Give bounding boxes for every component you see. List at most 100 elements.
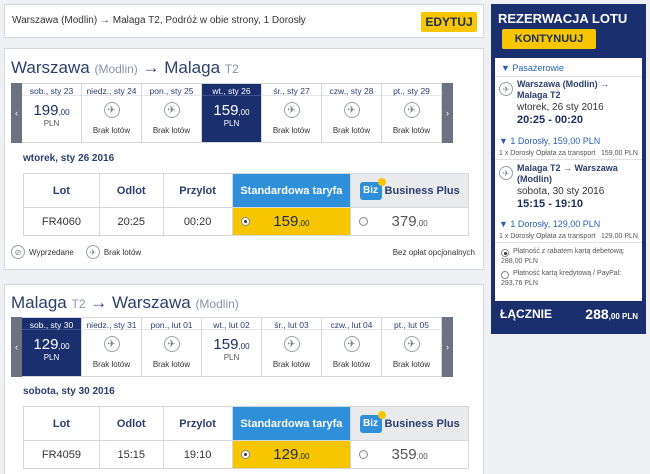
inbound-route-title: Malaga T2 → Warszawa (Modlin) bbox=[11, 293, 239, 312]
no-optional-fees-note: Bez opłat opcjonalnych bbox=[392, 248, 475, 257]
continue-button[interactable]: KONTYNUUJ bbox=[502, 29, 596, 49]
date-option[interactable]: sob., sty 23 199,00 PLN bbox=[22, 83, 82, 143]
date-option[interactable]: wt., lut 02 159,00 PLN bbox=[202, 317, 262, 377]
plane-icon: ✈ bbox=[85, 245, 100, 259]
search-summary-bar: Warszawa (Modlin) → Malaga T2, Podróż w … bbox=[4, 4, 484, 38]
plane-icon: ✈ bbox=[343, 102, 360, 118]
biz-logo-icon: Biz bbox=[359, 410, 386, 433]
currency-label: PLN bbox=[43, 353, 60, 362]
currency-label: PLN bbox=[223, 353, 240, 362]
plane-icon: ✈ bbox=[499, 166, 513, 180]
departure-time: 15:15 bbox=[98, 440, 164, 469]
leg1-fee-label: 1 x Dorosły Opłata za transport bbox=[499, 150, 596, 157]
date-label: wt., lut 02 bbox=[202, 318, 261, 330]
col-standard-fare-header: Standardowa taryfa bbox=[231, 406, 352, 441]
radio-selected[interactable] bbox=[240, 217, 250, 226]
table-row: FR4059 15:15 19:10 129,00 359,00 bbox=[23, 440, 469, 469]
date-label: niedz., sty 24 bbox=[82, 84, 141, 96]
leg1-passenger-total[interactable]: ▼ 1 Dorosły, 159,00 PLN bbox=[499, 136, 600, 146]
date-label: sob., sty 30 bbox=[22, 318, 81, 330]
currency-label: PLN bbox=[223, 119, 240, 128]
col-departure-header: Odlot bbox=[98, 406, 164, 441]
radio-selected[interactable] bbox=[240, 450, 250, 459]
date-option[interactable]: śr., sty 27 ✈ Brak lotów bbox=[262, 83, 322, 143]
outbound-fares-table: Lot Odlot Przylot Standardowa taryfa Biz… bbox=[23, 173, 469, 236]
no-flights-label: Brak lotów bbox=[272, 126, 311, 135]
flight-number: FR4059 bbox=[23, 440, 100, 469]
plane-icon: ✈ bbox=[499, 82, 513, 96]
leg1-time: 20:25 - 00:20 bbox=[517, 114, 584, 126]
outbound-date-heading: wtorek, sty 26 2016 bbox=[23, 153, 115, 164]
col-flight-header: Lot bbox=[23, 406, 100, 441]
plane-icon: ✈ bbox=[283, 336, 300, 352]
leg1-date: wtorek, 26 sty 2016 bbox=[517, 102, 604, 113]
sold-out-icon: ⊘ bbox=[11, 245, 25, 259]
standard-fare-option[interactable]: 159,00 bbox=[231, 207, 352, 236]
date-label: pon., lut 01 bbox=[142, 318, 201, 330]
sidebar-title: REZERWACJA LOTU bbox=[498, 11, 628, 26]
legend: ⊘ Wyprzedane ✈ Brak lotów bbox=[11, 245, 141, 259]
date-option[interactable]: wt., sty 26 159,00 PLN bbox=[202, 83, 262, 143]
debit-payment-label: Płatność z rabatem kartą debetową: bbox=[513, 248, 625, 255]
col-departure-header: Odlot bbox=[98, 173, 164, 208]
col-business-plus-header: Biz Business Plus bbox=[350, 406, 469, 441]
debit-payment-radio[interactable] bbox=[501, 249, 509, 257]
prev-dates-arrow[interactable]: ‹ bbox=[11, 317, 22, 377]
outbound-route-title: Warszawa (Modlin) → Malaga T2 bbox=[11, 58, 239, 77]
date-option[interactable]: czw., lut 04 ✈ Brak lotów bbox=[322, 317, 382, 377]
next-dates-arrow[interactable]: › bbox=[442, 83, 453, 143]
credit-payment-radio[interactable] bbox=[501, 271, 509, 279]
no-flights-label: Brak lotów bbox=[392, 360, 431, 369]
date-label: wt., sty 26 bbox=[202, 84, 261, 96]
date-label: czw., sty 28 bbox=[322, 84, 381, 96]
date-option[interactable]: niedz., sty 24 ✈ Brak lotów bbox=[82, 83, 142, 143]
date-price: 159,00 bbox=[213, 102, 250, 119]
business-plus-option[interactable]: 379,00 bbox=[350, 207, 469, 236]
col-standard-fare-header: Standardowa taryfa bbox=[231, 173, 352, 208]
leg1-route: Warszawa (Modlin) → Malaga T2 bbox=[517, 79, 610, 100]
radio-unselected[interactable] bbox=[359, 217, 369, 226]
date-option[interactable]: niedz., sty 31 ✈ Brak lotów bbox=[82, 317, 142, 377]
date-option[interactable]: pon., sty 25 ✈ Brak lotów bbox=[142, 83, 202, 143]
no-flights-label: Brak lotów bbox=[392, 126, 431, 135]
business-plus-option[interactable]: 359,00 bbox=[350, 440, 469, 469]
radio-unselected[interactable] bbox=[359, 450, 369, 459]
plane-icon: ✈ bbox=[343, 336, 360, 352]
plane-icon: ✈ bbox=[103, 102, 120, 118]
prev-dates-arrow[interactable]: ‹ bbox=[11, 83, 22, 143]
col-business-plus-header: Biz Business Plus bbox=[350, 173, 469, 208]
plane-icon: ✈ bbox=[163, 336, 180, 352]
date-option[interactable]: sob., sty 30 129,00 PLN bbox=[22, 317, 82, 377]
outbound-section: Warszawa (Modlin) → Malaga T2 ‹ sob., st… bbox=[4, 48, 484, 270]
date-option[interactable]: czw., sty 28 ✈ Brak lotów bbox=[322, 83, 382, 143]
total-amount: 288,00 PLN bbox=[585, 306, 638, 322]
date-option[interactable]: pon., lut 01 ✈ Brak lotów bbox=[142, 317, 202, 377]
leg1-fee: 159,00 PLN bbox=[601, 150, 638, 157]
flight-number: FR4060 bbox=[23, 207, 100, 236]
no-flights-label: Brak lotów bbox=[332, 126, 371, 135]
date-option[interactable]: śr., lut 03 ✈ Brak lotów bbox=[262, 317, 322, 377]
total-label: ŁĄCZNIE bbox=[500, 307, 552, 321]
date-price: 199,00 bbox=[33, 102, 70, 119]
leg2-time: 15:15 - 19:10 bbox=[517, 198, 584, 210]
plane-icon: ✈ bbox=[403, 336, 420, 352]
date-option[interactable]: pt., sty 29 ✈ Brak lotów bbox=[382, 83, 442, 143]
booking-sidebar: REZERWACJA LOTU KONTYNUUJ ▼ Pasażerowie … bbox=[491, 4, 646, 334]
no-flights-label: Brak lotów bbox=[332, 360, 371, 369]
edit-button[interactable]: EDYTUJ bbox=[421, 12, 477, 32]
arrival-time: 19:10 bbox=[162, 440, 233, 469]
next-dates-arrow[interactable]: › bbox=[442, 317, 453, 377]
no-flights-label: Brak lotów bbox=[152, 360, 191, 369]
date-label: śr., lut 03 bbox=[262, 318, 321, 330]
date-option[interactable]: pt., lut 05 ✈ Brak lotów bbox=[382, 317, 442, 377]
plane-icon: ✈ bbox=[103, 336, 120, 352]
passengers-toggle[interactable]: ▼ Pasażerowie bbox=[501, 63, 564, 73]
credit-payment-amount: 293,76 PLN bbox=[501, 280, 538, 287]
date-label: pt., lut 05 bbox=[382, 318, 441, 330]
no-flights-label: Brak lotów bbox=[152, 126, 191, 135]
standard-fare-option[interactable]: 129,00 bbox=[231, 440, 352, 469]
biz-logo-icon: Biz bbox=[359, 177, 386, 200]
date-label: pt., sty 29 bbox=[382, 84, 441, 96]
leg2-passenger-total[interactable]: ▼ 1 Dorosły, 129,00 PLN bbox=[499, 219, 600, 229]
debit-payment-amount: 288,00 PLN bbox=[501, 258, 538, 265]
